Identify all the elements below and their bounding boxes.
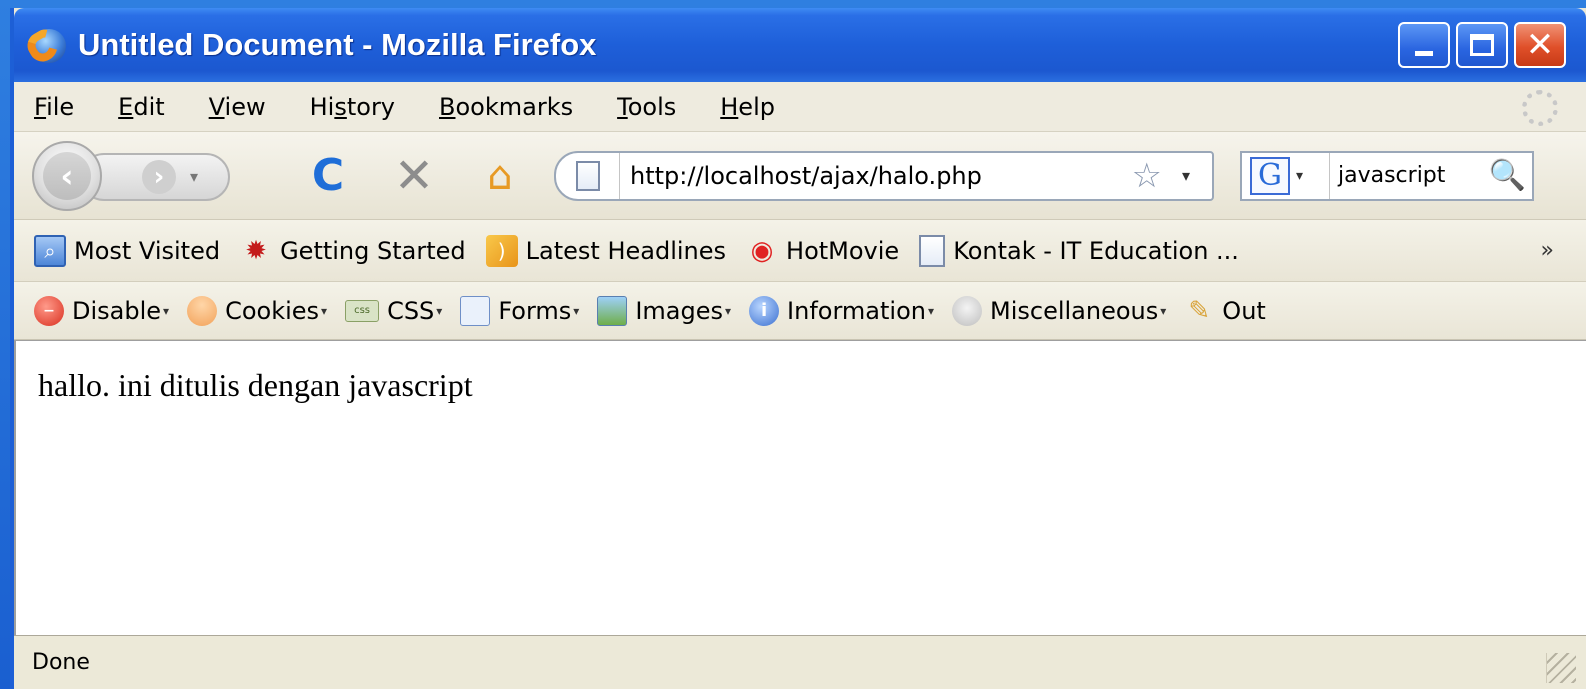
bookmark-kontak[interactable]: Kontak - IT Education ... bbox=[919, 234, 1239, 267]
bookmarks-overflow-button[interactable]: » bbox=[1541, 238, 1554, 263]
web-developer-toolbar: – Disable ▾ Cookies ▾ css CSS ▾ Forms ▾ Imag… bbox=[14, 282, 1586, 340]
images-icon bbox=[597, 295, 628, 326]
user-icon bbox=[187, 295, 218, 326]
disable-icon: – bbox=[34, 295, 64, 326]
devtool-cookies[interactable]: Cookies ▾ bbox=[187, 295, 327, 326]
devtool-outline[interactable]: ✎ Out bbox=[1184, 295, 1265, 326]
site-identity-button[interactable] bbox=[556, 152, 620, 199]
resize-grip-icon[interactable] bbox=[1546, 653, 1576, 683]
url-dropdown-icon[interactable]: ▾ bbox=[1182, 166, 1190, 185]
stop-icon: ✕ bbox=[393, 147, 435, 204]
forward-arrow-icon: › bbox=[142, 159, 176, 194]
search-icon[interactable]: 🔍 bbox=[1489, 158, 1526, 193]
close-button[interactable]: ✕ bbox=[1514, 22, 1566, 68]
reload-icon: C bbox=[311, 150, 345, 201]
history-dropdown-icon[interactable]: ▾ bbox=[190, 167, 198, 186]
maximize-button[interactable] bbox=[1456, 22, 1508, 68]
search-input[interactable]: javascript bbox=[1330, 163, 1489, 188]
page-text: hallo. ini ditulis dengan javascript bbox=[38, 367, 473, 403]
home-icon: ⌂ bbox=[487, 152, 513, 199]
bookmark-hotmovie[interactable]: ◉ HotMovie bbox=[746, 235, 900, 267]
status-text: Done bbox=[32, 650, 90, 675]
engine-dropdown-icon: ▾ bbox=[1296, 167, 1304, 184]
reload-button[interactable]: C bbox=[298, 146, 358, 206]
bookmark-star-icon[interactable]: ☆ bbox=[1131, 156, 1161, 196]
back-arrow-icon: ‹ bbox=[43, 151, 91, 200]
bookmark-latest-headlines[interactable]: ) Latest Headlines bbox=[485, 234, 726, 267]
devtool-miscellaneous[interactable]: Miscellaneous ▾ bbox=[952, 295, 1166, 326]
window-title: Untitled Document - Mozilla Firefox bbox=[78, 27, 597, 62]
maximize-icon bbox=[1470, 34, 1494, 56]
home-button[interactable]: ⌂ bbox=[470, 146, 530, 206]
title-bar[interactable]: Untitled Document - Mozilla Firefox ✕ bbox=[14, 8, 1586, 82]
status-bar: Done bbox=[14, 635, 1586, 689]
devtool-information[interactable]: i Information ▾ bbox=[749, 295, 934, 326]
search-engine-button[interactable]: G ▾ bbox=[1242, 152, 1330, 199]
close-icon: ✕ bbox=[1525, 25, 1555, 65]
menu-file[interactable]: File bbox=[34, 93, 74, 121]
google-icon: G bbox=[1250, 156, 1290, 195]
hotmovie-icon: ◉ bbox=[750, 235, 774, 266]
bookmark-getting-started[interactable]: ✹ Getting Started bbox=[240, 235, 465, 267]
forms-icon bbox=[460, 295, 491, 326]
devtool-images[interactable]: Images ▾ bbox=[597, 295, 731, 326]
pencil-icon: ✎ bbox=[1188, 295, 1211, 326]
bookmarks-toolbar: ⌕ Most Visited ✹ Getting Started ) Lates… bbox=[14, 220, 1586, 282]
throbber-icon bbox=[1522, 90, 1558, 126]
menu-history[interactable]: History bbox=[310, 93, 395, 121]
navigation-toolbar: ‹ › ▾ C ✕ ⌂ http://localhost/ajax/halo.p… bbox=[14, 132, 1586, 220]
firefox-logo-icon bbox=[22, 25, 68, 67]
menu-tools[interactable]: Tools bbox=[617, 93, 676, 121]
back-forward-group: ‹ › ▾ bbox=[32, 140, 272, 211]
css-icon: css bbox=[345, 299, 380, 322]
cube-icon bbox=[952, 295, 982, 326]
minimize-icon bbox=[1415, 50, 1433, 56]
page-icon bbox=[919, 234, 946, 267]
magnifier-folder-icon: ⌕ bbox=[34, 234, 66, 267]
window-controls: ✕ bbox=[1398, 22, 1566, 68]
menu-bar: File Edit View History Bookmarks Tools H… bbox=[14, 82, 1586, 132]
devtool-disable[interactable]: – Disable ▾ bbox=[34, 295, 169, 326]
menu-help[interactable]: Help bbox=[720, 93, 775, 121]
forward-button[interactable]: › ▾ bbox=[80, 152, 230, 201]
page-icon bbox=[575, 160, 600, 191]
devtool-css[interactable]: css CSS ▾ bbox=[345, 297, 442, 325]
url-bar[interactable]: http://localhost/ajax/halo.php ☆ ▾ bbox=[554, 150, 1214, 201]
search-bar[interactable]: G ▾ javascript 🔍 bbox=[1240, 150, 1534, 201]
browser-window: Untitled Document - Mozilla Firefox ✕ Fi… bbox=[10, 8, 1586, 689]
stop-button[interactable]: ✕ bbox=[384, 146, 444, 206]
information-icon: i bbox=[749, 295, 780, 326]
menu-edit[interactable]: Edit bbox=[118, 93, 164, 121]
minimize-button[interactable] bbox=[1398, 22, 1450, 68]
back-button[interactable]: ‹ bbox=[32, 140, 102, 211]
rss-feed-icon: ) bbox=[485, 234, 518, 267]
devtool-forms[interactable]: Forms ▾ bbox=[460, 295, 579, 326]
page-content: hallo. ini ditulis dengan javascript bbox=[14, 340, 1586, 635]
url-input[interactable]: http://localhost/ajax/halo.php bbox=[620, 162, 1131, 190]
red-dragon-icon: ✹ bbox=[245, 235, 267, 266]
menu-view[interactable]: View bbox=[209, 93, 266, 121]
menu-bookmarks[interactable]: Bookmarks bbox=[439, 93, 573, 121]
bookmark-most-visited[interactable]: ⌕ Most Visited bbox=[34, 234, 220, 267]
